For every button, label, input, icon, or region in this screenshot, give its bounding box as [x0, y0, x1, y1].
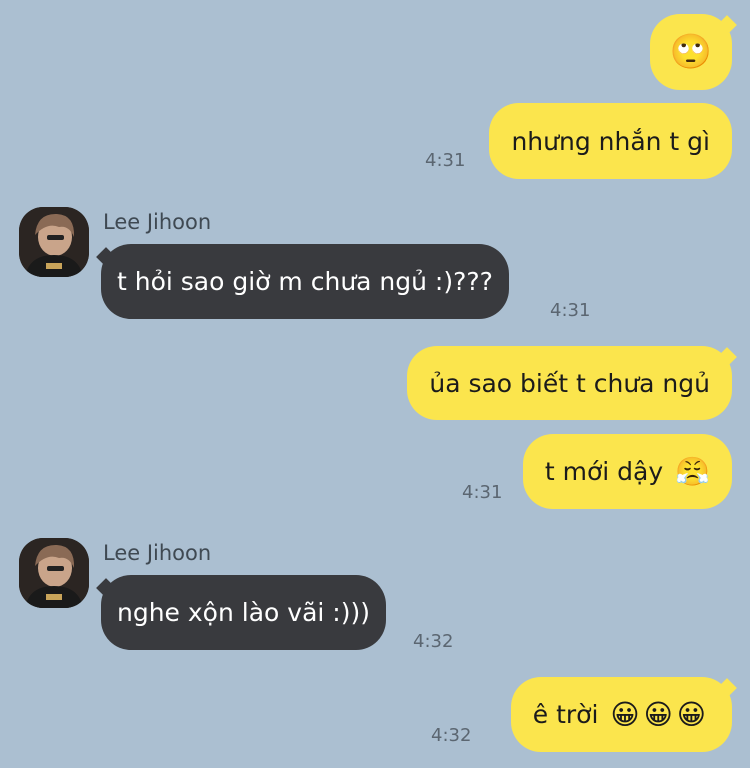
message-timestamp: 4:31: [550, 300, 591, 321]
steam-nose-emoji: 😤: [675, 455, 710, 488]
avatar-image: [19, 207, 89, 277]
message-bubble-outgoing[interactable]: nhưng nhắn t gì: [489, 103, 732, 179]
eye-roll-emoji: 🙄: [669, 32, 713, 72]
grinning-emoji: 😀😀😀: [610, 698, 710, 731]
message-text: t mới dậy: [544, 457, 664, 486]
message-text: nghe xộn lào vãi :))): [117, 598, 370, 627]
avatar-image: [19, 538, 89, 608]
sender-name: Lee Jihoon: [103, 210, 212, 234]
sender-avatar[interactable]: [19, 538, 89, 608]
sender-name: Lee Jihoon: [103, 541, 212, 565]
message-bubble-outgoing[interactable]: ê trời 😀😀😀: [510, 677, 732, 752]
sender-avatar[interactable]: [19, 207, 89, 277]
message-bubble-outgoing[interactable]: ủa sao biết t chưa ngủ: [407, 346, 732, 420]
message-timestamp: 4:31: [425, 150, 466, 171]
message-text: nhưng nhắn t gì: [511, 126, 710, 156]
message-timestamp: 4:32: [431, 725, 472, 746]
message-text: ủa sao biết t chưa ngủ: [429, 368, 710, 398]
message-bubble-incoming[interactable]: nghe xộn lào vãi :))): [101, 575, 386, 650]
message-text: t hỏi sao giờ m chưa ngủ :)???: [117, 267, 493, 296]
message-timestamp: 4:32: [413, 631, 454, 652]
message-bubble-incoming[interactable]: t hỏi sao giờ m chưa ngủ :)???: [101, 244, 509, 319]
message-text: ê trời: [532, 700, 599, 729]
message-timestamp: 4:31: [462, 482, 503, 503]
message-bubble-outgoing[interactable]: t mới dậy 😤: [522, 434, 732, 509]
